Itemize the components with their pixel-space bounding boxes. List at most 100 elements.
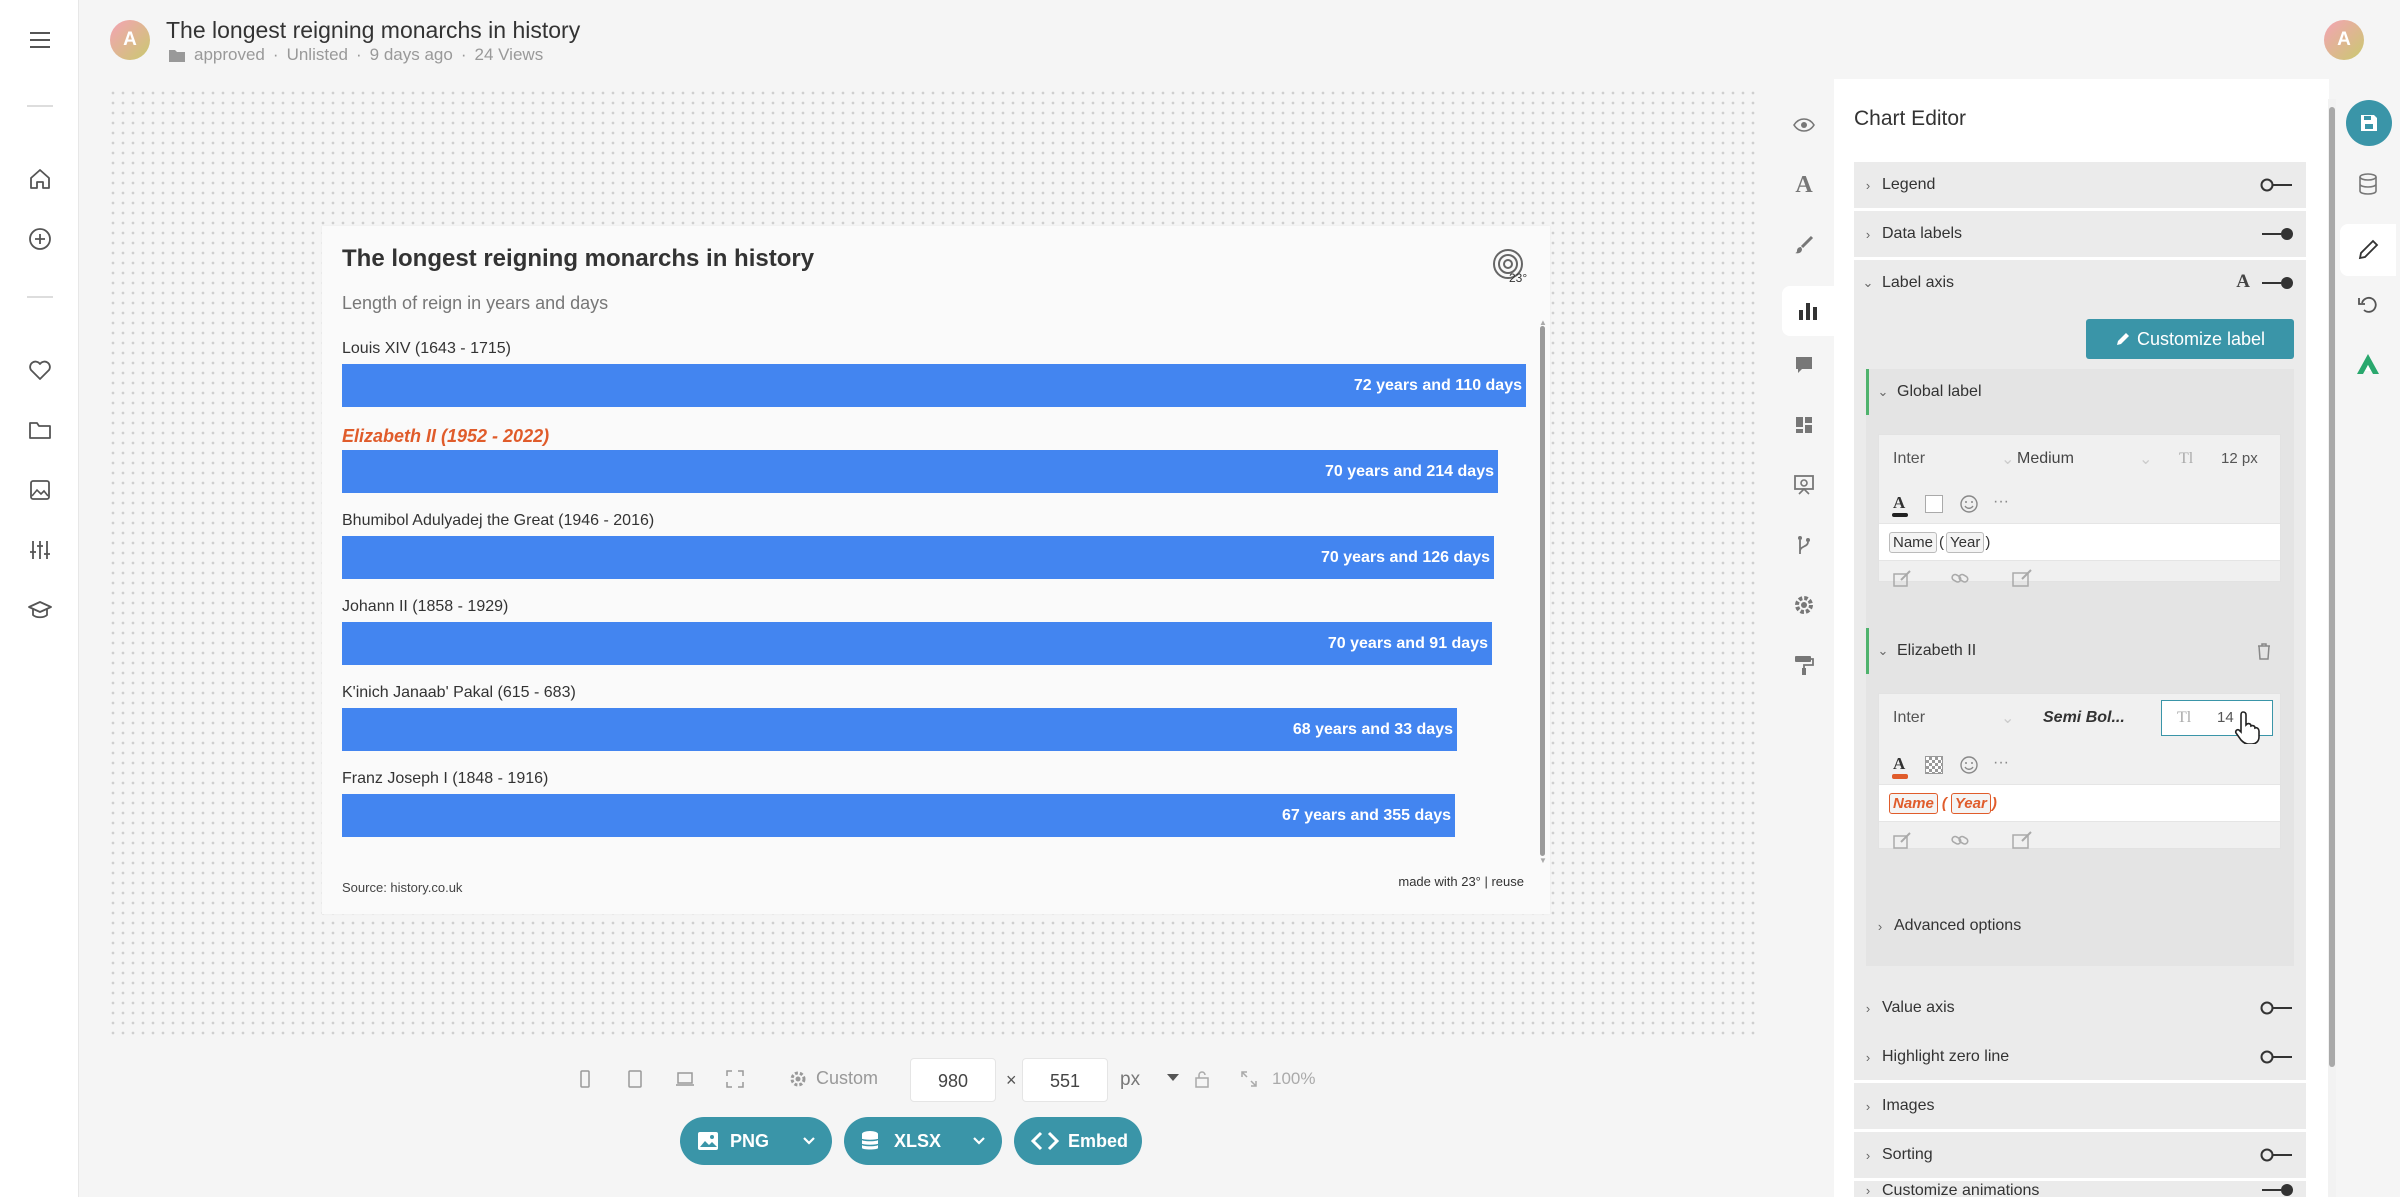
highlight-zero-toggle[interactable] (2260, 1048, 2294, 1066)
paint-roller-icon[interactable] (1785, 646, 1823, 684)
comment-icon[interactable] (1785, 346, 1823, 384)
bar-category-label[interactable]: Elizabeth II (1952 - 2022) (342, 426, 549, 447)
edit-template-icon[interactable] (1893, 831, 1913, 849)
chart-tab-icon[interactable] (1782, 286, 1834, 336)
text-style-icon[interactable]: A (2236, 271, 2250, 293)
editor-scrollbar-thumb[interactable] (2329, 107, 2335, 1067)
heart-icon[interactable] (22, 352, 58, 388)
unit-dropdown-icon[interactable] (1166, 1072, 1180, 1082)
font-family-select[interactable]: Inter (1893, 709, 1925, 727)
text-color-icon[interactable]: A (1893, 493, 1905, 513)
elizabeth-label-header[interactable]: ⌄ Elizabeth II (1866, 628, 2294, 674)
chart-title[interactable]: The longest reigning monarchs in history (342, 245, 814, 273)
graduation-cap-icon[interactable] (22, 592, 58, 628)
edit-template-icon[interactable] (1893, 569, 1913, 587)
bar-category-label[interactable]: Louis XIV (1643 - 1715) (342, 340, 511, 358)
home-icon[interactable] (22, 161, 58, 197)
height-input[interactable]: 551 (1022, 1058, 1108, 1102)
animations-toggle[interactable] (2260, 1183, 2294, 1197)
add-icon[interactable] (22, 221, 58, 257)
embed-button[interactable]: Embed (1014, 1117, 1142, 1165)
font-weight-select[interactable]: Medium (2017, 450, 2074, 468)
section-label-axis[interactable]: ⌄ Label axis A (1854, 260, 2306, 306)
presentation-icon[interactable] (1785, 466, 1823, 504)
chevron-down-icon[interactable] (972, 1136, 986, 1146)
emoji-icon[interactable] (1959, 494, 1979, 514)
text-color-icon[interactable]: A (1893, 754, 1905, 774)
sorting-toggle[interactable] (2260, 1146, 2294, 1164)
insert-image-icon[interactable] (2012, 569, 2034, 587)
label-template[interactable]: Name ( Year ) (1879, 523, 2280, 561)
width-input[interactable]: 980 (910, 1058, 996, 1102)
edit-icon[interactable] (2340, 224, 2396, 276)
bar-category-label[interactable]: Franz Joseph I (1848 - 1916) (342, 770, 548, 788)
chart-credit[interactable]: made with 23° | reuse (1398, 874, 1524, 889)
token-year[interactable]: Year (1946, 531, 1985, 553)
save-icon[interactable] (2346, 100, 2392, 146)
bar-category-label[interactable]: Bhumibol Adulyadej the Great (1946 - 201… (342, 512, 654, 530)
eye-icon[interactable] (1785, 106, 1823, 144)
chart-subtitle[interactable]: Length of reign in years and days (342, 293, 608, 314)
background-color-swatch[interactable] (1925, 756, 1943, 774)
chart-card[interactable]: The longest reigning monarchs in history… (322, 226, 1550, 914)
font-family-select[interactable]: Inter (1893, 450, 1925, 468)
trash-icon[interactable] (2256, 642, 2272, 660)
sliders-icon[interactable] (22, 532, 58, 568)
label-axis-toggle[interactable] (2260, 274, 2294, 292)
bar-category-label[interactable]: Johann II (1858 - 1929) (342, 598, 508, 616)
bar-category-label[interactable]: K'inich Janaab' Pakal (615 - 683) (342, 684, 576, 702)
link-icon[interactable] (1950, 831, 1970, 849)
chart-scrollbar[interactable] (1540, 326, 1545, 856)
global-label-header[interactable]: ⌄ Global label (1866, 369, 2294, 415)
link-icon[interactable] (1950, 569, 1970, 587)
settings-icon[interactable] (1785, 586, 1823, 624)
brush-icon[interactable] (1785, 226, 1823, 264)
more-options-icon[interactable]: ··· (1993, 754, 2009, 772)
advanced-options[interactable]: › Advanced options (1866, 903, 2294, 949)
lock-ratio-icon[interactable] (1191, 1068, 1213, 1090)
image-icon[interactable] (22, 472, 58, 508)
background-color-swatch[interactable] (1925, 495, 1943, 513)
undo-icon[interactable] (2348, 284, 2388, 324)
chevron-down-icon[interactable] (802, 1136, 816, 1146)
folder-icon[interactable] (22, 412, 58, 448)
token-name[interactable]: Name (1889, 531, 1938, 553)
export-png-button[interactable]: PNG (680, 1117, 832, 1165)
section-value-axis[interactable]: › Value axis (1854, 985, 2306, 1031)
fullscreen-icon[interactable] (724, 1068, 746, 1090)
section-animations[interactable]: › Customize animations (1854, 1181, 2306, 1197)
fit-icon[interactable] (1238, 1068, 1260, 1090)
phone-preview-icon[interactable] (574, 1068, 596, 1090)
menu-icon[interactable] (22, 22, 58, 58)
data-labels-toggle[interactable] (2260, 225, 2294, 243)
more-options-icon[interactable]: ··· (1993, 493, 2009, 511)
customize-label-button[interactable]: Customize label (2086, 319, 2294, 359)
value-axis-toggle[interactable] (2260, 999, 2294, 1017)
section-highlight-zero[interactable]: › Highlight zero line (1854, 1034, 2306, 1080)
font-size-input[interactable]: 14 (2217, 709, 2234, 726)
token-name[interactable]: Name (1889, 792, 1938, 814)
tablet-preview-icon[interactable] (624, 1068, 646, 1090)
label-template[interactable]: Name ( Year ) (1879, 784, 2280, 822)
laptop-preview-icon[interactable] (674, 1068, 696, 1090)
avatar[interactable]: A (110, 20, 150, 60)
section-legend[interactable]: › Legend (1854, 162, 2306, 208)
font-weight-select[interactable]: Semi Bol... (2043, 709, 2125, 727)
text-icon[interactable]: A (1785, 166, 1823, 204)
font-size-input[interactable]: 12 px (2221, 450, 2258, 467)
legend-toggle[interactable] (2260, 176, 2294, 194)
token-year[interactable]: Year (1950, 792, 1991, 814)
user-avatar[interactable]: A (2324, 20, 2364, 60)
section-sorting[interactable]: › Sorting (1854, 1132, 2306, 1178)
scroll-up-arrow[interactable]: ▲ (1539, 318, 1547, 327)
chart-source[interactable]: Source: history.co.uk (342, 880, 462, 895)
insert-image-icon[interactable] (2012, 831, 2034, 849)
section-data-labels[interactable]: › Data labels (1854, 211, 2306, 257)
publish-icon[interactable] (2348, 344, 2388, 384)
database-icon[interactable] (2348, 164, 2388, 204)
size-preset[interactable]: Custom (788, 1068, 878, 1089)
section-images[interactable]: › Images (1854, 1083, 2306, 1129)
export-xlsx-button[interactable]: XLSX (844, 1117, 1002, 1165)
page-title[interactable]: The longest reigning monarchs in history (166, 17, 580, 44)
scroll-down-arrow[interactable]: ▼ (1539, 856, 1547, 865)
